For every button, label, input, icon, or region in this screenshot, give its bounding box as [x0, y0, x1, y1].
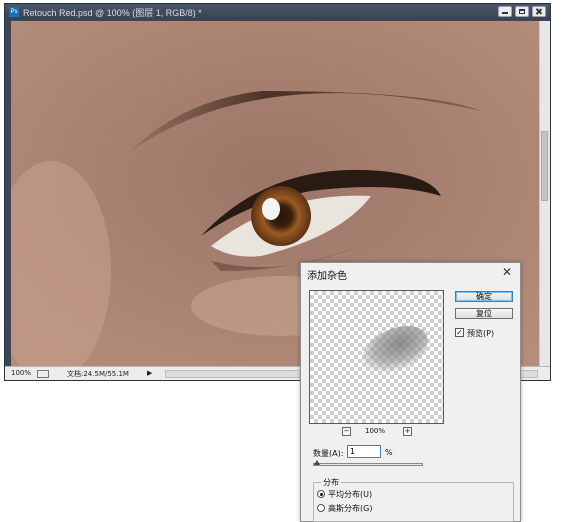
preview-checkbox[interactable]: ✓: [455, 328, 464, 337]
ok-button[interactable]: 确定: [455, 291, 513, 302]
amount-input[interactable]: [347, 445, 381, 458]
preview-checkbox-label: 预览(P): [467, 329, 495, 338]
preview-zoom-controls: − 100% +: [309, 426, 444, 438]
maximize-icon[interactable]: [515, 6, 529, 17]
zoom-level[interactable]: 100%: [11, 369, 31, 377]
doc-info-icon[interactable]: [37, 370, 49, 378]
distribution-title: 分布: [321, 477, 341, 488]
gaussian-radio-label: 高斯分布(G): [328, 504, 373, 513]
gaussian-radio[interactable]: [317, 504, 325, 512]
filter-preview[interactable]: [309, 290, 444, 424]
add-noise-dialog: 添加杂色 ✕ − 100% + 确定 复位 ✓ 预览(P) 数量(A): % 分…: [300, 262, 521, 522]
status-menu-arrow-icon[interactable]: ▶: [147, 369, 152, 377]
amount-slider[interactable]: [313, 460, 423, 466]
slider-handle[interactable]: [314, 460, 320, 465]
close-icon[interactable]: [532, 6, 546, 17]
amount-unit: %: [385, 448, 393, 457]
document-title: Retouch Red.psd @ 100% (图层 1, RGB/8) *: [23, 8, 202, 18]
vertical-scrollbar[interactable]: [539, 21, 550, 369]
uniform-radio-label: 平均分布(U): [328, 490, 373, 499]
zoom-in-button[interactable]: +: [403, 427, 412, 436]
dialog-title: 添加杂色: [307, 271, 347, 282]
scroll-thumb[interactable]: [541, 131, 548, 201]
amount-label: 数量(A):: [313, 449, 344, 458]
reset-button[interactable]: 复位: [455, 308, 513, 319]
preview-zoom-level: 100%: [365, 427, 386, 435]
iris: [251, 186, 311, 246]
photoshop-icon: Ps: [9, 7, 19, 17]
close-icon[interactable]: ✕: [502, 265, 512, 279]
uniform-radio[interactable]: [317, 490, 325, 498]
iris-reflection: [262, 198, 280, 220]
preview-content: [354, 316, 436, 384]
document-titlebar[interactable]: Ps Retouch Red.psd @ 100% (图层 1, RGB/8) …: [5, 4, 550, 20]
zoom-out-button[interactable]: −: [342, 427, 351, 436]
document-info: 文档:24.5M/55.1M: [67, 370, 129, 378]
distribution-group: [313, 482, 514, 522]
minimize-icon[interactable]: [498, 6, 512, 17]
